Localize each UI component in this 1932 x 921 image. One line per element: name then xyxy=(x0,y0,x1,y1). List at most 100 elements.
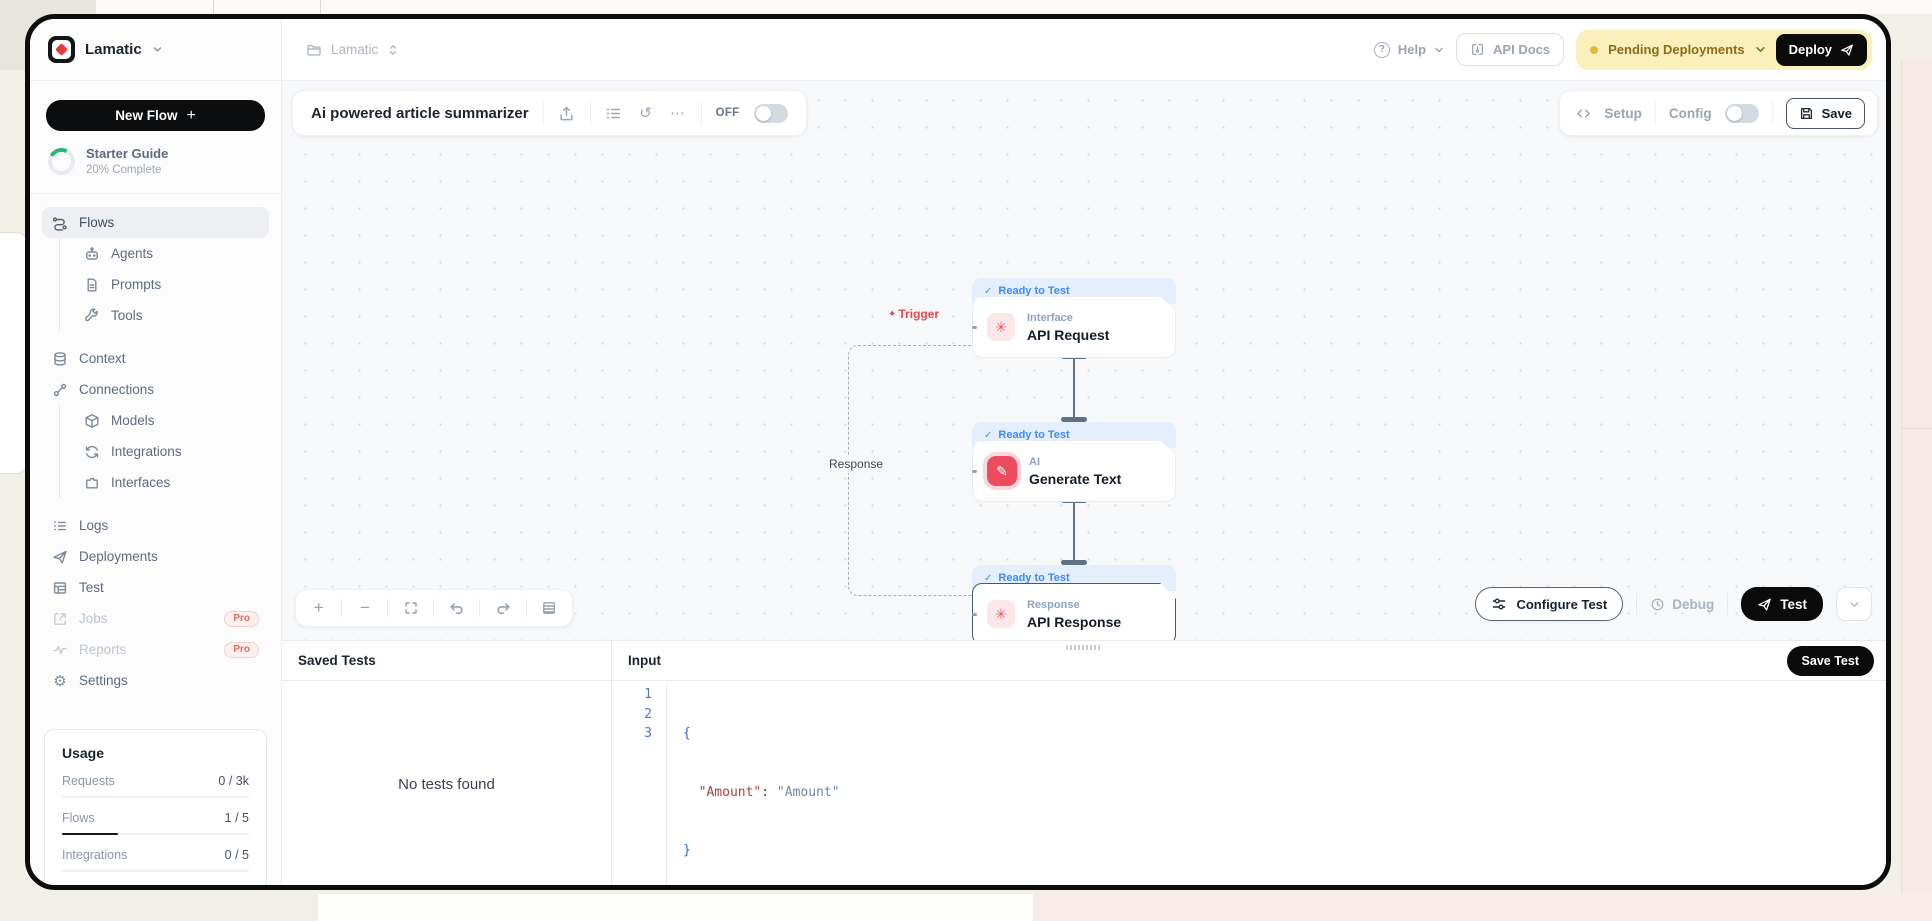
cube-icon xyxy=(84,413,100,429)
test-toolbar: Configure Test Debug Test xyxy=(1475,587,1872,621)
saved-tests-panel: Saved Tests No tests found xyxy=(282,641,612,888)
sidebar-item-integrations[interactable]: Integrations xyxy=(74,436,269,467)
backdrop-bottom-pink xyxy=(1033,894,1932,921)
sort-chevrons-icon xyxy=(387,43,399,57)
usage-label: Requests xyxy=(62,774,115,788)
paper-plane-icon xyxy=(1757,597,1772,612)
sidebar-item-reports[interactable]: Reports Pro xyxy=(42,634,269,665)
workspace-switcher[interactable]: Lamatic xyxy=(30,19,281,81)
usage-value: 0 / 3k xyxy=(218,774,249,788)
usage-value: 1 / 5 xyxy=(225,811,249,825)
sidebar-item-prompts[interactable]: Prompts xyxy=(74,269,269,300)
plus-icon: + xyxy=(186,107,195,125)
project-breadcrumb[interactable]: Lamatic xyxy=(306,42,399,58)
configure-test-button[interactable]: Configure Test xyxy=(1475,587,1623,621)
saved-tests-header: Saved Tests xyxy=(282,641,611,681)
node-api-request[interactable]: ✳ Interface API Request xyxy=(972,296,1176,358)
test-button[interactable]: Test xyxy=(1741,587,1823,621)
usage-row-integrations: Integrations 0 / 5 xyxy=(62,848,249,872)
sliders-icon xyxy=(1491,596,1507,612)
project-name: Lamatic xyxy=(331,42,378,57)
folder-icon xyxy=(306,42,322,58)
checklist-icon[interactable] xyxy=(605,104,623,122)
backdrop-right-panel xyxy=(1901,60,1932,921)
jobs-icon xyxy=(52,611,68,627)
more-options-icon[interactable]: ⋯ xyxy=(669,104,687,122)
sidebar-item-settings[interactable]: ⚙ Settings xyxy=(42,665,269,696)
save-test-button[interactable]: Save Test xyxy=(1787,646,1874,676)
sidebar-item-agents[interactable]: Agents xyxy=(74,238,269,269)
sidebar-item-models[interactable]: Models xyxy=(74,405,269,436)
config-toggle[interactable] xyxy=(1725,104,1759,123)
setup-label[interactable]: Setup xyxy=(1604,106,1642,121)
ai-node-icon: ✎ xyxy=(987,456,1017,486)
flow-title[interactable]: Ai powered article summarizer xyxy=(311,105,529,122)
node-generate-text[interactable]: ✎ AI Generate Text xyxy=(972,440,1176,502)
notes-icon[interactable] xyxy=(538,597,560,619)
zoom-out-button[interactable]: − xyxy=(354,597,376,619)
sidebar-item-connections[interactable]: Connections xyxy=(42,374,269,405)
sidebar-item-label: Settings xyxy=(79,673,128,688)
document-icon xyxy=(84,277,100,293)
sidebar-item-label: Models xyxy=(111,413,155,428)
debug-button[interactable]: Debug xyxy=(1650,597,1714,612)
sidebar-item-test[interactable]: Test xyxy=(42,572,269,603)
undo-button[interactable] xyxy=(446,597,468,619)
sidebar-nav: Flows Agents Prompts Tools xyxy=(30,207,281,696)
api-docs-button[interactable]: API Docs xyxy=(1456,33,1564,66)
test-label: Test xyxy=(1780,597,1807,612)
code-content[interactable]: { "Amount": "Amount" } xyxy=(667,685,840,890)
history-icon[interactable]: ↺ xyxy=(637,104,655,122)
deploy-button[interactable]: Deploy xyxy=(1776,34,1867,66)
trigger-label: ✦ Trigger xyxy=(888,307,939,321)
usage-progress-track xyxy=(62,796,249,798)
usage-title: Usage xyxy=(62,745,249,761)
backdrop-divider-line xyxy=(213,0,214,14)
pending-deployments-label[interactable]: Pending Deployments xyxy=(1608,42,1745,57)
check-icon: ✓ xyxy=(984,430,992,441)
json-input-editor[interactable]: 1 2 3 { "Amount": "Amount" } xyxy=(612,681,1886,890)
zoom-in-button[interactable]: + xyxy=(308,597,330,619)
canvas-toolbar: + − xyxy=(295,589,573,627)
flow-title-card: Ai powered article summarizer ↺ ⋯ OFF xyxy=(292,90,807,136)
new-flow-button[interactable]: New Flow + xyxy=(46,100,265,131)
deploy-label: Deploy xyxy=(1789,42,1832,57)
test-options-button[interactable] xyxy=(1836,587,1872,621)
help-menu[interactable]: ? Help xyxy=(1374,42,1444,58)
share-icon[interactable] xyxy=(558,104,576,122)
chevron-down-icon xyxy=(1434,45,1444,55)
config-label: Config xyxy=(1669,106,1712,121)
pro-badge: Pro xyxy=(224,642,259,658)
flow-canvas[interactable]: Ai powered article summarizer ↺ ⋯ OFF Se… xyxy=(282,81,1886,640)
node-api-response[interactable]: ✳ Response API Response xyxy=(972,583,1176,640)
chevron-down-icon xyxy=(1849,599,1860,610)
pending-deployments-pill: Pending Deployments Deploy xyxy=(1576,30,1872,70)
sidebar-item-deployments[interactable]: Deployments xyxy=(42,541,269,572)
progress-ring xyxy=(48,148,75,175)
clock-icon xyxy=(1650,597,1665,612)
chevron-down-icon[interactable] xyxy=(1755,44,1766,55)
usage-progress-track xyxy=(62,833,249,835)
sidebar-item-interfaces[interactable]: Interfaces xyxy=(74,467,269,498)
sidebar-item-label: Integrations xyxy=(111,444,182,459)
starter-guide[interactable]: Starter Guide 20% Complete xyxy=(48,146,263,176)
sidebar-item-label: Context xyxy=(79,351,126,366)
help-label: Help xyxy=(1398,42,1426,57)
flow-enabled-toggle[interactable] xyxy=(754,104,788,123)
sidebar: Lamatic New Flow + Starter Guide 20% Com… xyxy=(30,19,282,885)
sidebar-item-logs[interactable]: Logs xyxy=(42,510,269,541)
redo-button[interactable] xyxy=(492,597,514,619)
sidebar-item-context[interactable]: Context xyxy=(42,343,269,374)
sidebar-item-flows[interactable]: Flows xyxy=(42,207,269,238)
sidebar-item-tools[interactable]: Tools xyxy=(74,300,269,331)
usage-progress-track xyxy=(62,870,249,872)
fit-view-button[interactable] xyxy=(400,597,422,619)
status-dot xyxy=(1590,46,1598,54)
node-category: AI xyxy=(1029,456,1121,468)
backdrop-bottom-band xyxy=(318,894,1033,921)
save-button[interactable]: Save xyxy=(1786,98,1865,129)
sidebar-item-jobs[interactable]: Jobs Pro xyxy=(42,603,269,634)
usage-label: Flows xyxy=(62,811,95,825)
usage-label: Integrations xyxy=(62,848,127,862)
sidebar-item-label: Interfaces xyxy=(111,475,170,490)
